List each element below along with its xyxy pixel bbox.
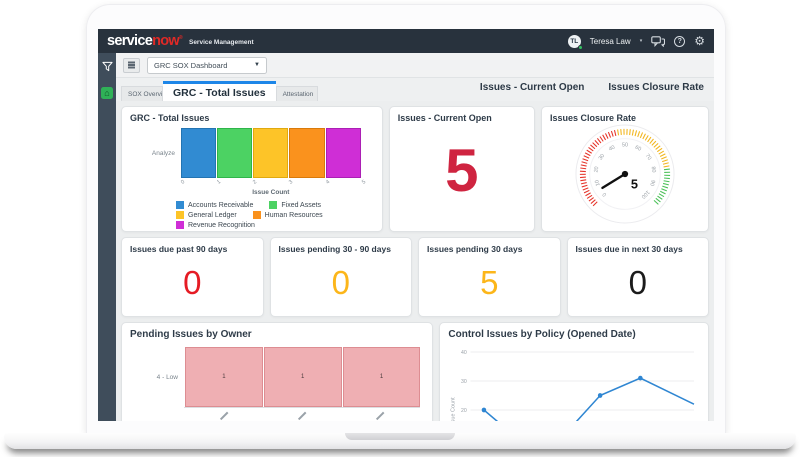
chevron-down-icon[interactable]: ▾: [640, 38, 643, 44]
x-tick: 0: [180, 179, 187, 186]
bar-segment: [289, 128, 325, 178]
menu-button[interactable]: [123, 57, 140, 73]
kpi-title: Issues pending 30 days: [427, 244, 523, 254]
kpi-value: 0: [183, 263, 202, 301]
svg-text:30: 30: [461, 379, 467, 385]
svg-text:5: 5: [631, 177, 638, 192]
kpi-value: 0: [331, 263, 350, 301]
heatmap-cell: 1: [342, 347, 421, 407]
chart-title: GRC - Total Issues: [130, 113, 210, 123]
heatmap-cell: 1: [185, 347, 263, 407]
x-axis-ticks: 0 1 2 3 4 5: [180, 178, 367, 189]
card-title: Issues Closure Rate: [549, 113, 636, 123]
dashboard-selector-value: GRC SOX Dashboard: [154, 60, 228, 70]
owner-axis-label: [220, 411, 229, 420]
stacked-bar: [180, 128, 361, 178]
legend-item: Revenue Recognition: [176, 221, 255, 229]
tab-attestation[interactable]: Attestation: [275, 86, 318, 101]
status-dot: [577, 44, 583, 50]
card-issues-current-open: Issues - Current Open 5: [388, 106, 535, 232]
svg-text:Issue Count: Issue Count: [451, 397, 457, 421]
kpi-card-pending-30-90: Issues pending 30 - 90 days 0: [269, 237, 412, 317]
heatmap-row-label: 4 - Low: [156, 373, 178, 381]
dashboard-toolbar: GRC SOX Dashboard ▼: [116, 53, 714, 78]
legend-item: Fixed Assets: [269, 201, 321, 209]
dashboard-canvas: GRC - Total Issues Analyze 0 1 2 3 4 5 Issue …: [116, 101, 714, 421]
x-tick: 2: [252, 179, 259, 186]
user-name[interactable]: Teresa Law: [590, 37, 631, 46]
card-grc-total-issues: GRC - Total Issues Analyze 0 1 2 3 4 5 Issue …: [121, 106, 383, 232]
svg-text:40: 40: [461, 350, 467, 356]
legend-swatch: [252, 211, 261, 219]
kpi-card-pending-30: Issues pending 30 days 5: [418, 237, 561, 317]
kpi-value: 0: [628, 263, 647, 301]
kpi-card-due-past-90: Issues due past 90 days 0: [121, 237, 264, 317]
tab-grc-total-issues[interactable]: GRC - Total Issues: [163, 81, 276, 101]
laptop-notch: [345, 433, 455, 440]
legend-swatch: [176, 221, 184, 229]
product-label: Service Management: [188, 38, 254, 46]
caret-down-icon: ▼: [254, 62, 260, 68]
card-issues-closure-rate: Issues Closure Rate 0 10 20 30 40 50 60 70 80 90 1…: [540, 106, 709, 232]
bar-segment: [181, 128, 217, 178]
avatar[interactable]: TL: [567, 34, 583, 50]
owner-axis-label: [376, 411, 385, 420]
kpi-title: Issues due past 90 days: [130, 244, 228, 254]
filter-icon[interactable]: [101, 61, 113, 72]
heatmap-cells: 111: [184, 347, 421, 407]
servicenow-logo: servicenow®: [107, 32, 183, 49]
svg-text:20: 20: [461, 408, 467, 414]
tab-bar: SOX Overvi GRC - Total Issues Attestatio…: [116, 78, 714, 101]
x-axis-label: Issue Count: [252, 189, 290, 196]
kpi-title: Issues due in next 30 days: [575, 244, 683, 254]
chart-title: Control Issues by Policy (Opened Date): [448, 329, 636, 340]
gear-icon[interactable]: ⚙: [694, 35, 705, 47]
svg-text:20: 20: [593, 166, 600, 173]
legend-swatch: [176, 211, 184, 219]
line-chart: 40 30 20 Issue Count: [448, 342, 700, 421]
bar-segment: [325, 128, 361, 178]
legend-swatch: [176, 201, 184, 209]
tab-sox-overview[interactable]: SOX Overvi: [121, 86, 163, 101]
heatmap-cell: 1: [263, 347, 342, 407]
x-tick: 1: [216, 179, 223, 186]
legend-item: Accounts Receivable: [176, 201, 253, 209]
card-control-issues-by-policy: Control Issues by Policy (Opened Date) 4…: [439, 322, 709, 421]
header-label-issues-current-open[interactable]: Issues - Current Open: [480, 82, 584, 93]
kpi-card-due-next-30: Issues due in next 30 days 0: [566, 237, 709, 317]
home-icon[interactable]: ⌂: [101, 87, 113, 99]
legend-item: Human Resources: [252, 211, 323, 219]
big-number-value: 5: [445, 137, 479, 204]
app-header: servicenow® Service Management TL Teresa…: [98, 29, 714, 53]
laptop-screen: servicenow® Service Management TL Teresa…: [98, 29, 714, 421]
dashboard-selector[interactable]: GRC SOX Dashboard ▼: [147, 56, 267, 74]
x-tick: 5: [360, 179, 367, 186]
left-rail: ⌂: [98, 53, 116, 421]
kpi-value: 5: [480, 263, 499, 301]
hamburger-icon: [128, 64, 135, 66]
page: servicenow® Service Management TL Teresa…: [0, 0, 800, 457]
svg-text:50: 50: [622, 143, 628, 149]
header-label-issues-closure-rate[interactable]: Issues Closure Rate: [608, 82, 704, 93]
heatmap-x-axis: [184, 407, 421, 421]
chat-icon[interactable]: [651, 35, 666, 47]
owner-axis-label: [298, 411, 307, 420]
help-icon[interactable]: ?: [674, 35, 686, 47]
legend-item: General Ledger: [176, 211, 237, 219]
chart-legend: Accounts Receivable Fixed Assets General L…: [130, 201, 374, 229]
bar-segment: [253, 128, 289, 178]
card-pending-issues-by-owner: Pending Issues by Owner 4 - Low 111: [121, 322, 434, 421]
kpi-title: Issues pending 30 - 90 days: [278, 244, 391, 254]
y-axis-category-label: Analyze: [151, 149, 175, 157]
legend-swatch: [269, 201, 278, 209]
chart-title: Pending Issues by Owner: [130, 329, 252, 340]
svg-text:80: 80: [650, 166, 657, 173]
x-tick: 4: [324, 179, 331, 186]
bar-segment: [217, 128, 253, 178]
x-tick: 3: [288, 179, 295, 186]
gauge-chart: 0 10 20 30 40 50 60 70 80 90 100 5: [550, 123, 700, 225]
